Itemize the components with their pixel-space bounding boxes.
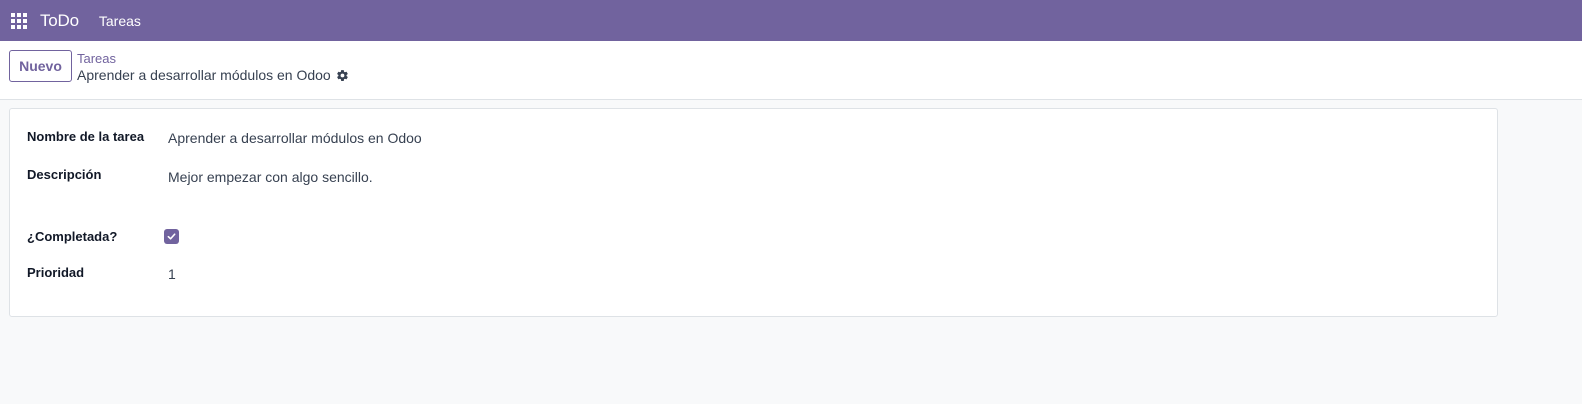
grid-icon[interactable] [0, 0, 38, 41]
breadcrumb-current: Aprender a desarrollar módulos en Odoo [77, 67, 349, 83]
field-label-description: Descripción [27, 167, 102, 182]
control-panel: Nuevo Tareas Aprender a desarrollar módu… [0, 41, 1582, 100]
form-sheet: Nombre de la tarea Aprender a desarrolla… [9, 108, 1498, 317]
gear-icon[interactable] [336, 69, 349, 82]
priority-field[interactable]: 1 [168, 266, 176, 282]
completed-checkbox[interactable] [164, 229, 179, 244]
menu-item-tareas[interactable]: Tareas [99, 13, 141, 29]
app-name[interactable]: ToDo [40, 11, 79, 31]
task-name-field[interactable]: Aprender a desarrollar módulos en Odoo [168, 130, 422, 146]
field-label-task-name: Nombre de la tarea [27, 129, 145, 144]
record-title: Aprender a desarrollar módulos en Odoo [77, 67, 331, 83]
description-field[interactable]: Mejor empezar con algo sencillo. [168, 169, 373, 185]
breadcrumb-parent-link[interactable]: Tareas [77, 51, 116, 66]
field-label-priority: Prioridad [27, 265, 85, 280]
field-label-completed: ¿Completada? [27, 229, 118, 244]
top-navbar: ToDo Tareas [0, 0, 1582, 41]
new-button[interactable]: Nuevo [9, 50, 72, 82]
check-icon [167, 233, 176, 240]
